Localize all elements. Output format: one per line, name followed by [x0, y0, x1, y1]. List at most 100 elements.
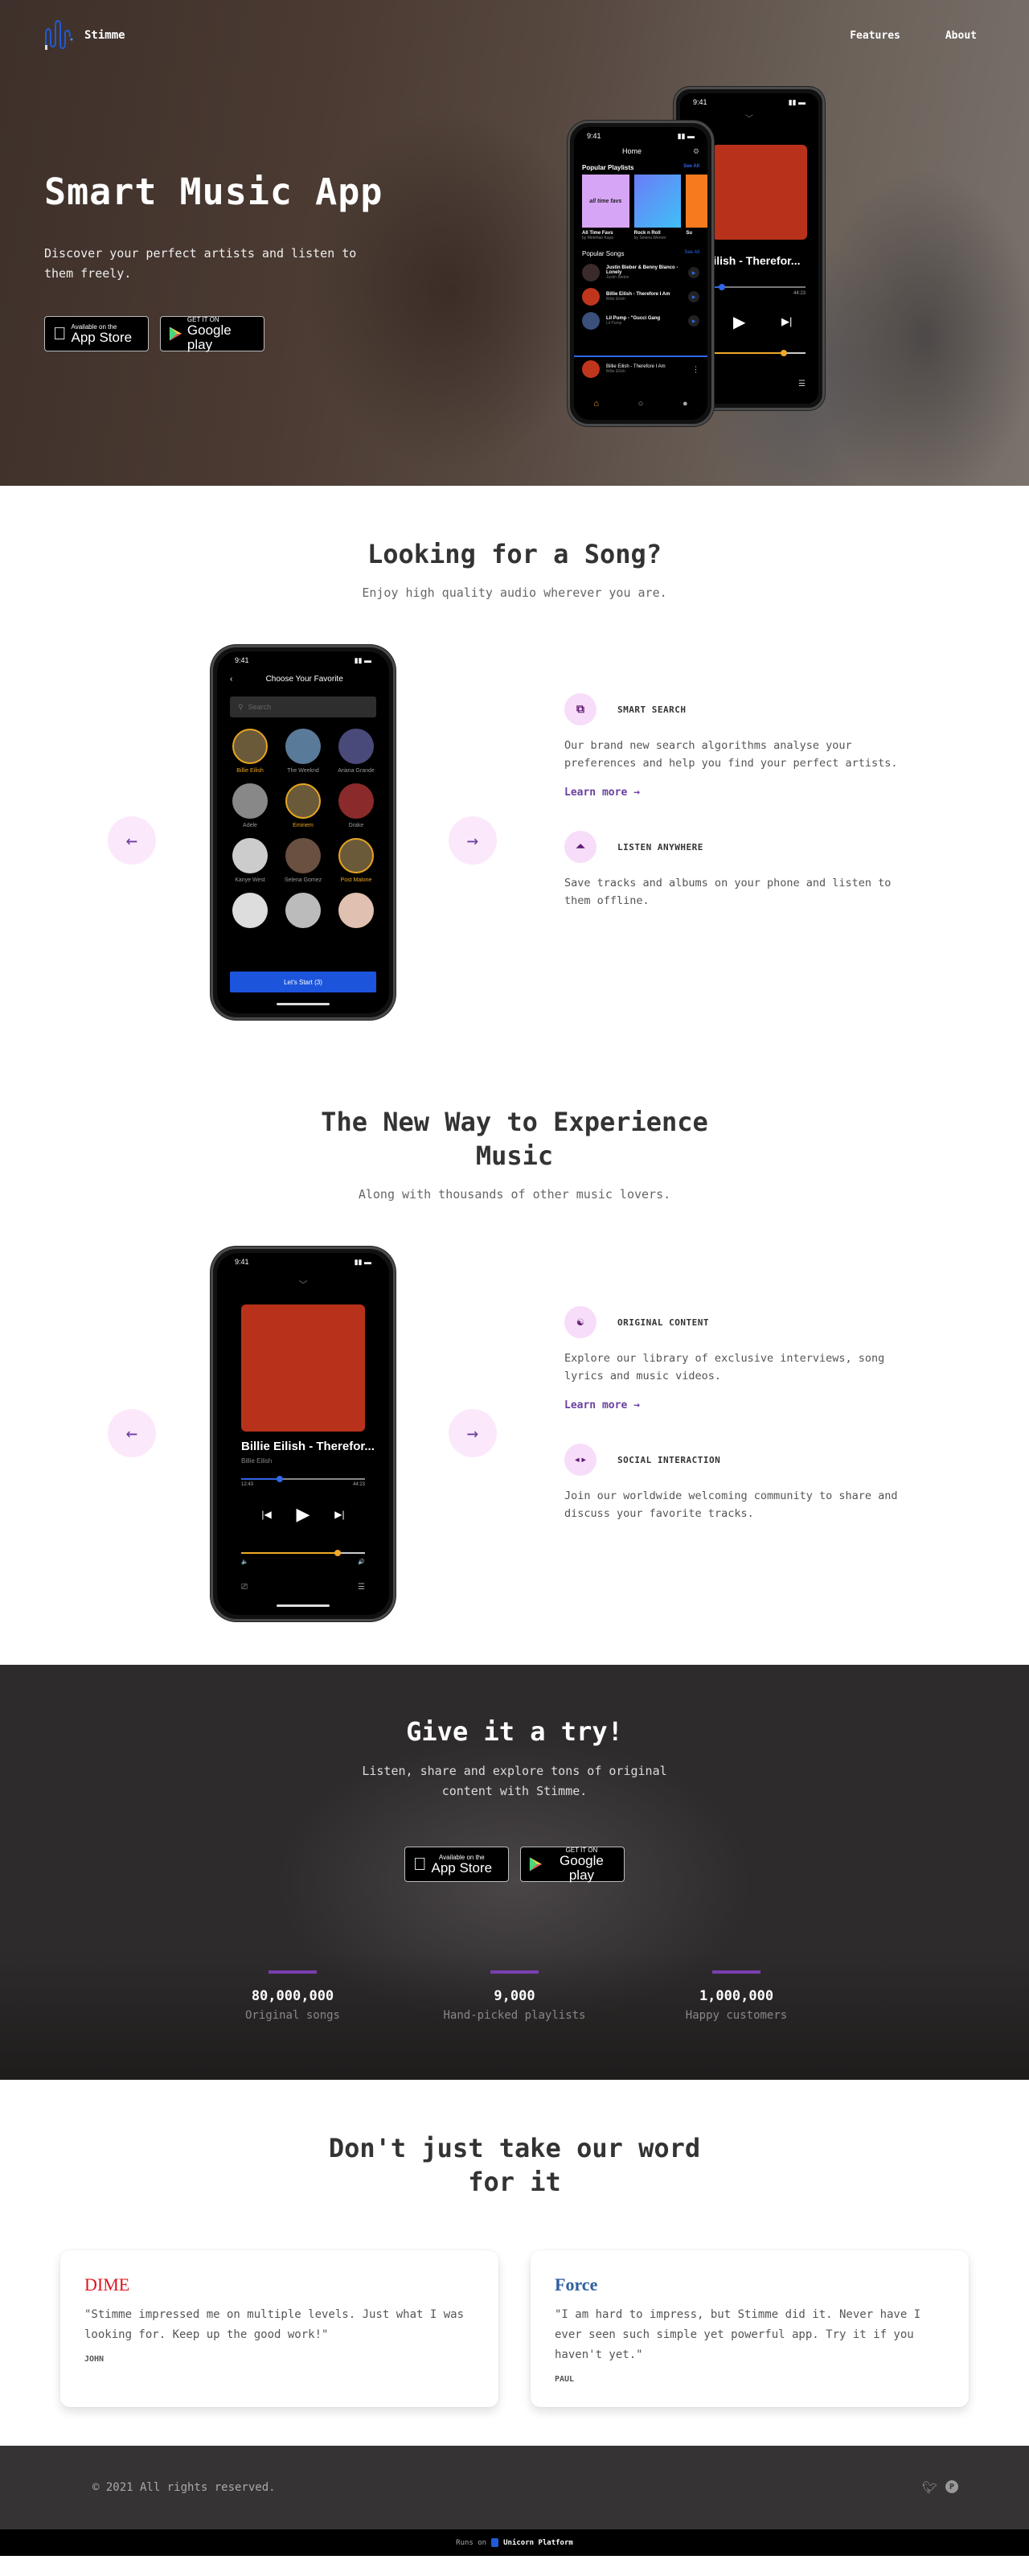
pinterest-icon[interactable]: P	[945, 2480, 958, 2493]
apple-icon: 	[413, 1854, 427, 1875]
next-icon[interactable]: ▶|	[781, 315, 792, 328]
play-icon[interactable]: ▶	[297, 1504, 310, 1525]
now-playing-bar[interactable]: Billie Eilish - Therefore I Am Billie Eil…	[574, 355, 707, 381]
artist-option[interactable]: Billie Eilish	[223, 729, 277, 775]
total-time: 44:23	[793, 291, 806, 296]
artist-name	[223, 932, 277, 939]
brand[interactable]: Stimme	[44, 19, 125, 51]
looking-for-song-section: Looking for a Song? Enjoy high quality a…	[0, 486, 1029, 1031]
testimonial-quote: "I am hard to impress, but Stimme did it…	[555, 2308, 921, 2361]
gear-icon[interactable]: ⚙	[693, 147, 699, 156]
playlists-heading: Popular Playlists	[582, 164, 634, 171]
progress-slider[interactable]	[241, 1476, 365, 1482]
features-list: ⧉ SMART SEARCH Our brand new search algor…	[564, 693, 902, 910]
artist-option[interactable]	[277, 893, 330, 939]
yin-yang-icon: ☯	[564, 1306, 596, 1338]
artist-option[interactable]: Ariana Grande	[330, 729, 383, 775]
feature-text: Explore our library of exclusive intervi…	[564, 1352, 885, 1382]
puzzle-icon: ⧉	[564, 693, 596, 725]
artist-option[interactable]	[330, 893, 383, 939]
nav-about[interactable]: About	[945, 30, 977, 42]
more-icon[interactable]: ⋮	[692, 365, 699, 374]
playlist-card[interactable]: Su	[686, 175, 707, 240]
runs-on-bar[interactable]: Runs on Unicorn Platform	[0, 2529, 1029, 2556]
playlist-card[interactable]: Rock n Roll by Selena Werner	[633, 175, 682, 240]
search-icon: ⚲	[238, 702, 244, 711]
signal-icon: ▮▮ ▬	[354, 656, 371, 664]
search-tab-icon[interactable]: ○	[638, 399, 644, 409]
google-play-big: Google play	[187, 322, 232, 352]
profile-tab-icon[interactable]: ●	[683, 399, 688, 409]
feature-title: LISTEN ANYWHERE	[617, 841, 703, 853]
song-cover	[582, 312, 600, 330]
carousel-prev-button[interactable]: ←	[108, 816, 156, 865]
phone-mockup-artists: 9:41 ▮▮ ▬ ‹ Choose Your Favorite ⚲ Search B…	[211, 645, 396, 1020]
artist-name: The Weeknd	[287, 768, 319, 774]
app-store-big: App Store	[58, 329, 133, 345]
artist-avatar	[232, 838, 268, 873]
artist-name: Eminem	[293, 823, 314, 828]
cta-subtitle: Listen, share and explore tons of origin…	[362, 1764, 667, 1798]
stat-label: Happy customers	[685, 2009, 788, 2022]
playlist-card[interactable]: all time favs All Time Favs by Metehan Kay…	[582, 175, 629, 240]
testimonials-section: Don't just take our word for it DIME "St…	[0, 2080, 1029, 2446]
feature-text: Our brand new search algorithms analyse …	[564, 739, 898, 770]
app-store-button[interactable]:  Available on theApp Store	[404, 1847, 509, 1882]
artist-search-input[interactable]: ⚲ Search	[230, 696, 376, 717]
learn-more-link[interactable]: Learn more →	[564, 1399, 640, 1411]
home-tab-icon[interactable]: ⌂	[593, 399, 599, 409]
artist-avatar	[285, 783, 321, 819]
carousel-next-button[interactable]: →	[449, 816, 497, 865]
app-store-button[interactable]:  Available on theApp Store	[44, 316, 149, 351]
carousel-next-button[interactable]: →	[449, 1409, 497, 1457]
see-all-link[interactable]: See All	[684, 250, 699, 257]
screen-header: Choose Your Favorite	[265, 675, 343, 684]
play-icon[interactable]: ▶	[688, 315, 699, 327]
song-row[interactable]: Billie Eilish - Therefore I Am Billie Eil…	[574, 285, 707, 309]
google-play-big: Google play	[560, 1852, 604, 1883]
phone-mockup-home: 9:41 ▮▮ ▬ Home ⚙ Popular Playlists See All …	[568, 121, 714, 426]
google-play-button[interactable]: GET IT ON Google play	[520, 1847, 625, 1882]
artist-option[interactable]: Post Malone	[330, 838, 383, 885]
cta-section: Give it a try! Listen, share and explore…	[0, 1665, 1029, 2080]
stat-value: 80,000,000	[251, 1988, 334, 2004]
artist-option[interactable]: The Weeknd	[277, 729, 330, 775]
twitter-icon[interactable]: 🐦︎	[922, 2480, 937, 2495]
nav-features[interactable]: Features	[850, 30, 900, 42]
artist-option[interactable]: Selena Gomez	[277, 838, 330, 885]
feature-social-interaction: ◂▸ SOCIAL INTERACTION Join our worldwide …	[564, 1444, 902, 1522]
volume-slider[interactable]	[241, 1550, 365, 1556]
cast-icon[interactable]: ⎚	[241, 1583, 248, 1592]
artist-option[interactable]: Drake	[330, 783, 383, 830]
queue-icon[interactable]: ☰	[798, 380, 806, 388]
artist-name: Billie Eilish	[236, 768, 264, 774]
stat-item: 80,000,000 Original songs	[182, 1970, 404, 2022]
song-artist: Lil Pump	[606, 321, 622, 326]
artist-option[interactable]: Adele	[223, 783, 277, 830]
artist-option[interactable]: Eminem	[277, 783, 330, 830]
artist-avatar	[338, 783, 374, 819]
feature-smart-search: ⧉ SMART SEARCH Our brand new search algor…	[564, 693, 902, 799]
carousel-prev-button[interactable]: ←	[108, 1409, 156, 1457]
top-nav: Stimme Features About	[44, 19, 977, 51]
chevron-down-icon[interactable]: ﹀	[217, 1278, 389, 1291]
play-icon[interactable]: ▶	[688, 291, 699, 302]
lets-start-button[interactable]: Let's Start (3)	[230, 972, 376, 992]
next-icon[interactable]: ▶|	[334, 1509, 344, 1520]
play-icon[interactable]: ▶	[733, 312, 745, 332]
artist-option[interactable]	[223, 893, 277, 939]
play-icon[interactable]: ▶	[688, 267, 699, 278]
song-row[interactable]: Lil Pump - "Gucci Gang Lil Pump ▶	[574, 309, 707, 333]
hero-section: Stimme Features About Smart Music App Di…	[0, 0, 1029, 486]
learn-more-link[interactable]: Learn more →	[564, 787, 640, 799]
testimonial-author: PAUL	[555, 2375, 575, 2384]
hero-content: Smart Music App Discover your perfect ar…	[44, 171, 390, 351]
new-way-section: The New Way to Experience Music Along wi…	[0, 1031, 1029, 1665]
artist-option[interactable]: Kanye West	[223, 838, 277, 885]
hero-subtitle: Discover your perfect artists and listen…	[44, 246, 357, 281]
see-all-link[interactable]: See All	[683, 164, 699, 171]
google-play-button[interactable]: GET IT ON Google play	[160, 316, 264, 351]
queue-icon[interactable]: ☰	[358, 1583, 365, 1592]
song-row[interactable]: Justin Bieber & Benny Blanco - Lonely Jus…	[574, 261, 707, 285]
previous-icon[interactable]: |◀	[261, 1509, 271, 1520]
